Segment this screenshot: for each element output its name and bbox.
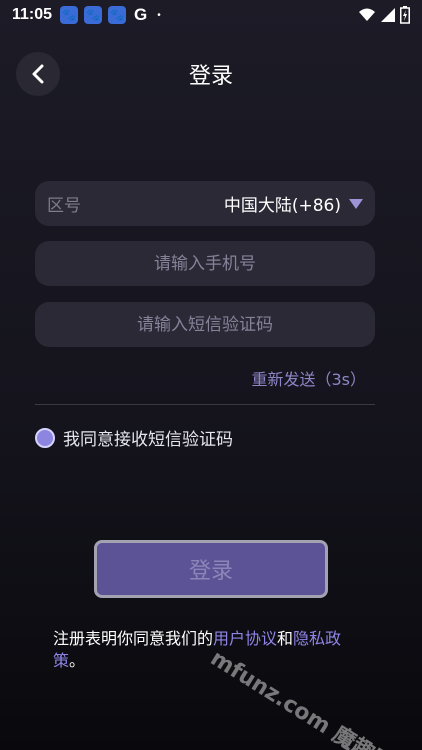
more-notifications-dot: •: [157, 9, 161, 21]
notification-icons: 🐾 🐾 🐾 G •: [60, 5, 161, 25]
baidu-app-icon: 🐾: [60, 6, 79, 24]
chevron-left-icon: [32, 64, 44, 84]
sms-consent-label: 我同意接收短信验证码: [63, 430, 233, 450]
status-time: 11:05: [12, 6, 53, 23]
baidu-app-icon: 🐾: [84, 6, 103, 24]
divider: [35, 404, 375, 405]
battery-icon: [400, 6, 410, 24]
wifi-icon: [359, 8, 375, 21]
region-value-wrap: 中国大陆(+86): [224, 191, 363, 216]
google-icon: G: [134, 5, 148, 24]
sms-code-input[interactable]: [47, 302, 363, 347]
phone-field: [35, 241, 375, 286]
signal-icon: [381, 8, 395, 22]
back-button[interactable]: [16, 52, 60, 96]
region-selector[interactable]: 区号 中国大陆(+86): [35, 181, 375, 226]
sms-consent-row[interactable]: 我同意接收短信验证码: [35, 425, 233, 450]
code-field: [35, 302, 375, 347]
resend-code-button[interactable]: 重新发送（3s）: [251, 366, 366, 390]
region-label: 区号: [47, 196, 81, 216]
status-right: [358, 6, 410, 24]
status-bar: 11:05 🐾 🐾 🐾 G •: [0, 0, 422, 30]
sms-consent-radio[interactable]: [35, 427, 55, 448]
caret-down-icon: [349, 198, 363, 209]
page-title: 登录: [188, 64, 233, 89]
header: 登录: [0, 50, 422, 98]
baidu-app-icon: 🐾: [108, 6, 127, 24]
terms-suffix: 。: [69, 651, 86, 670]
region-value: 中国大陆(+86): [223, 196, 341, 216]
login-button[interactable]: 登录: [94, 540, 328, 598]
terms-and: 和: [277, 629, 294, 648]
terms-prefix: 注册表明你同意我们的: [53, 629, 214, 648]
phone-input[interactable]: [47, 241, 363, 286]
